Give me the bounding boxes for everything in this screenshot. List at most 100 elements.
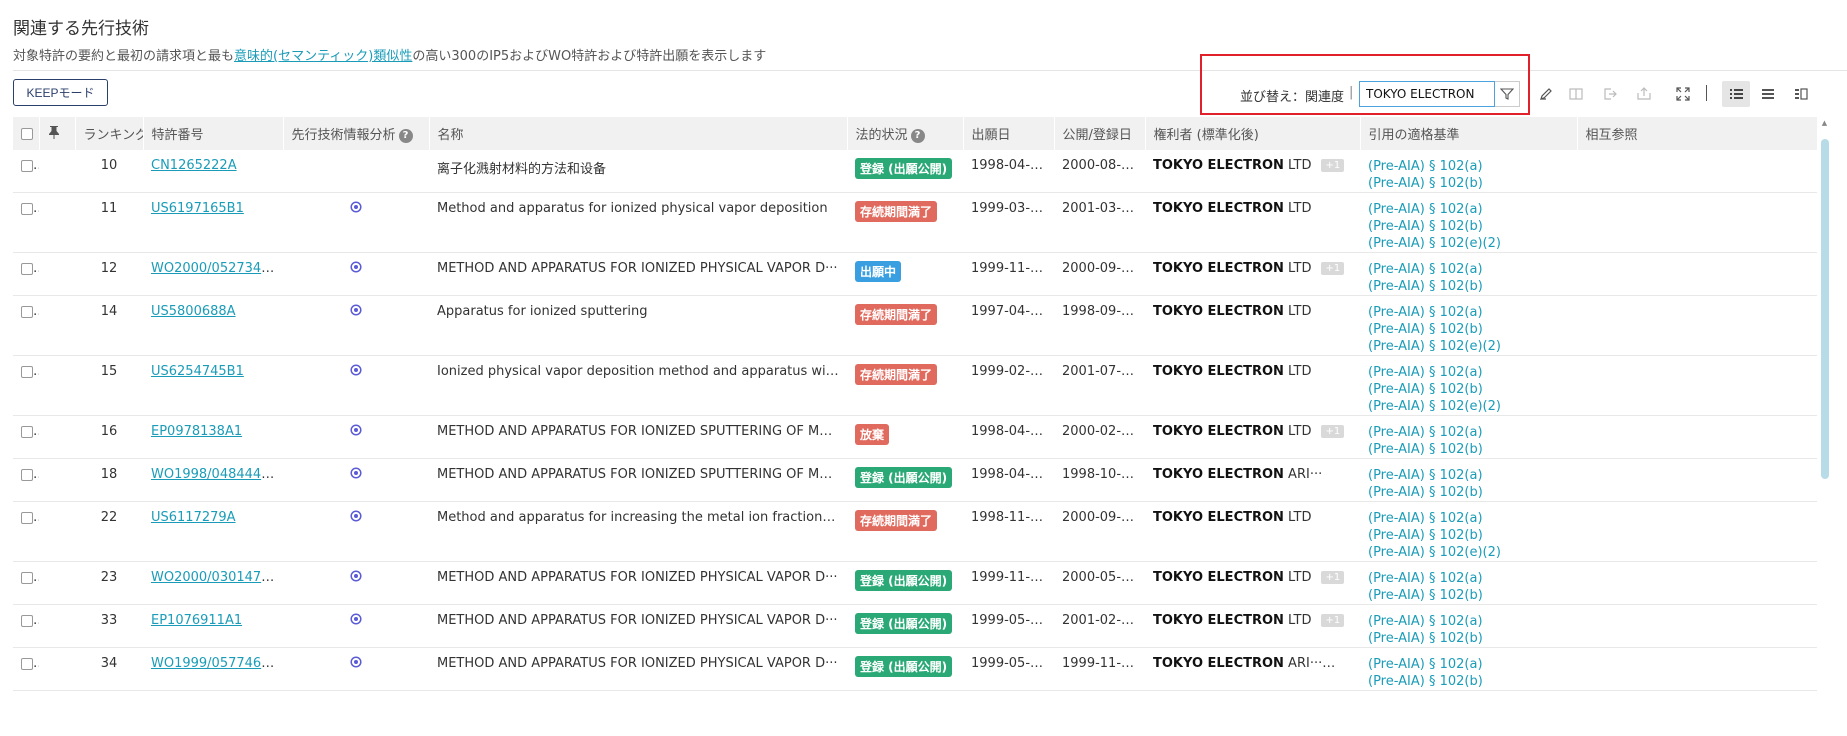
citation-basis-link[interactable]: (Pre-AIA) § 102(b): [1368, 321, 1569, 338]
row-select-cell[interactable]: [13, 192, 39, 253]
filter-button[interactable]: [1495, 81, 1520, 107]
patent-number-link[interactable]: CN1265222A: [151, 158, 237, 173]
col-pub-date[interactable]: 公開/登録日: [1054, 117, 1146, 150]
list-detail-icon[interactable]: [1722, 81, 1750, 107]
citation-basis-link[interactable]: (Pre-AIA) § 102(e)(2): [1368, 235, 1569, 252]
help-icon[interactable]: ?: [398, 128, 413, 143]
col-patent-no[interactable]: 特許番号: [143, 117, 284, 150]
patent-number-link[interactable]: EP1076911A1: [151, 613, 242, 628]
row-checkbox[interactable]: [21, 657, 33, 670]
row-checkbox[interactable]: [21, 468, 33, 481]
select-all-checkbox[interactable]: [21, 127, 33, 140]
more-owners-badge[interactable]: +1: [1332, 657, 1355, 670]
patent-number-link[interactable]: WO1998/048444A1: [151, 467, 278, 482]
col-cross-ref[interactable]: 相互参照: [1577, 117, 1817, 150]
share-icon[interactable]: [1633, 83, 1655, 105]
citation-basis-link[interactable]: (Pre-AIA) § 102(e)(2): [1368, 338, 1569, 355]
more-owners-badge[interactable]: +1: [1321, 425, 1345, 438]
citation-basis-link[interactable]: (Pre-AIA) § 102(a): [1368, 656, 1569, 673]
help-icon[interactable]: ?: [910, 128, 925, 143]
citation-basis-link[interactable]: (Pre-AIA) § 102(b): [1368, 441, 1569, 458]
row-select-cell[interactable]: [13, 561, 39, 605]
citation-basis-link[interactable]: (Pre-AIA) § 102(a): [1368, 570, 1569, 587]
analysis-icon[interactable]: [349, 510, 363, 524]
citation-basis-link[interactable]: (Pre-AIA) § 102(a): [1368, 158, 1569, 175]
more-owners-badge[interactable]: +1: [1321, 614, 1345, 627]
citation-basis-link[interactable]: (Pre-AIA) § 102(b): [1368, 587, 1569, 604]
patent-number-link[interactable]: US6117279A: [151, 510, 236, 525]
patent-number-link[interactable]: US6254745B1: [151, 364, 244, 379]
row-select-cell[interactable]: [13, 355, 39, 416]
patent-number-link[interactable]: EP0978138A1: [151, 424, 242, 439]
row-select-cell[interactable]: [13, 295, 39, 356]
compare-icon[interactable]: [1565, 83, 1587, 105]
row-select-cell[interactable]: [13, 647, 39, 691]
citation-basis-link[interactable]: (Pre-AIA) § 102(b): [1368, 673, 1569, 690]
patent-number-link[interactable]: US6197165B1: [151, 201, 244, 216]
select-all-header[interactable]: [13, 117, 40, 150]
sort-by-relevance[interactable]: 並び替え：関連度: [1240, 86, 1344, 105]
pen-icon[interactable]: [1535, 83, 1557, 105]
analysis-icon[interactable]: [349, 467, 363, 481]
table-row[interactable]: 10 CN1265222A 离子化溅射材料的方法和设备 登録 (出願公開) 19…: [13, 150, 1817, 193]
citation-basis-link[interactable]: (Pre-AIA) § 102(a): [1368, 304, 1569, 321]
row-select-cell[interactable]: [13, 415, 39, 459]
citation-basis-link[interactable]: (Pre-AIA) § 102(b): [1368, 484, 1569, 501]
citation-basis-link[interactable]: (Pre-AIA) § 102(a): [1368, 261, 1569, 278]
keep-mode-button[interactable]: KEEPモード: [13, 79, 108, 106]
col-owner[interactable]: 権利者 (標準化後): [1145, 117, 1361, 150]
row-checkbox[interactable]: [21, 202, 33, 215]
row-select-cell[interactable]: [13, 604, 39, 648]
table-row[interactable]: 33 EP1076911A1 METHOD AND APPARATUS FOR …: [13, 604, 1817, 648]
row-checkbox[interactable]: [21, 614, 33, 627]
citation-basis-link[interactable]: (Pre-AIA) § 102(b): [1368, 381, 1569, 398]
citation-basis-link[interactable]: (Pre-AIA) § 102(b): [1368, 527, 1569, 544]
row-checkbox[interactable]: [21, 511, 33, 524]
citation-basis-link[interactable]: (Pre-AIA) § 102(a): [1368, 467, 1569, 484]
table-row[interactable]: 18 WO1998/048444A1 METHOD AND APPARATUS …: [13, 458, 1817, 502]
scroll-thumb[interactable]: [1821, 139, 1829, 479]
table-row[interactable]: 15 US6254745B1 Ionized physical vapor de…: [13, 355, 1817, 416]
patent-number-link[interactable]: US5800688A: [151, 304, 236, 319]
patent-number-link[interactable]: WO2000/030147A1: [151, 570, 278, 585]
analysis-icon[interactable]: [349, 201, 363, 215]
row-checkbox[interactable]: [21, 571, 33, 584]
analysis-icon[interactable]: [349, 364, 363, 378]
col-title[interactable]: 名称: [429, 117, 848, 150]
more-owners-badge[interactable]: +1: [1321, 262, 1345, 275]
row-select-cell[interactable]: [13, 150, 39, 193]
patent-number-link[interactable]: WO1999/057746A1: [151, 656, 278, 671]
semantic-similarity-link[interactable]: 意味的(セマンティック)類似性: [234, 49, 412, 64]
row-checkbox[interactable]: [21, 305, 33, 318]
analysis-icon[interactable]: [349, 570, 363, 584]
export-icon[interactable]: [1599, 83, 1621, 105]
list-preview-icon[interactable]: [1790, 83, 1812, 105]
more-owners-badge[interactable]: +1: [1321, 159, 1345, 172]
row-checkbox[interactable]: [21, 425, 33, 438]
table-row[interactable]: 14 US5800688A Apparatus for ionized sput…: [13, 295, 1817, 356]
analysis-icon[interactable]: [349, 261, 363, 275]
citation-basis-link[interactable]: (Pre-AIA) § 102(a): [1368, 613, 1569, 630]
analysis-icon[interactable]: [349, 304, 363, 318]
col-citation[interactable]: 引用の適格基準: [1360, 117, 1578, 150]
row-checkbox[interactable]: [21, 262, 33, 275]
citation-basis-link[interactable]: (Pre-AIA) § 102(b): [1368, 278, 1569, 295]
row-select-cell[interactable]: [13, 501, 39, 562]
citation-basis-link[interactable]: (Pre-AIA) § 102(e)(2): [1368, 544, 1569, 561]
patent-number-link[interactable]: WO2000/052734A1: [151, 261, 278, 276]
analysis-icon[interactable]: [349, 656, 363, 670]
citation-basis-link[interactable]: (Pre-AIA) § 102(b): [1368, 175, 1569, 192]
table-row[interactable]: 16 EP0978138A1 METHOD AND APPARATUS FOR …: [13, 415, 1817, 459]
expand-icon[interactable]: [1672, 83, 1694, 105]
owner-filter-input[interactable]: [1359, 81, 1495, 107]
analysis-icon[interactable]: [349, 613, 363, 627]
table-row[interactable]: 34 WO1999/057746A1 METHOD AND APPARATUS …: [13, 647, 1817, 691]
citation-basis-link[interactable]: (Pre-AIA) § 102(a): [1368, 364, 1569, 381]
citation-basis-link[interactable]: (Pre-AIA) § 102(a): [1368, 510, 1569, 527]
table-row[interactable]: 12 WO2000/052734A1 METHOD AND APPARATUS …: [13, 252, 1817, 296]
row-checkbox[interactable]: [21, 365, 33, 378]
col-legal-status[interactable]: 法的状況?: [847, 117, 964, 150]
col-ranking[interactable]: ランキング: [75, 117, 144, 150]
citation-basis-link[interactable]: (Pre-AIA) § 102(a): [1368, 201, 1569, 218]
row-select-cell[interactable]: [13, 252, 39, 296]
